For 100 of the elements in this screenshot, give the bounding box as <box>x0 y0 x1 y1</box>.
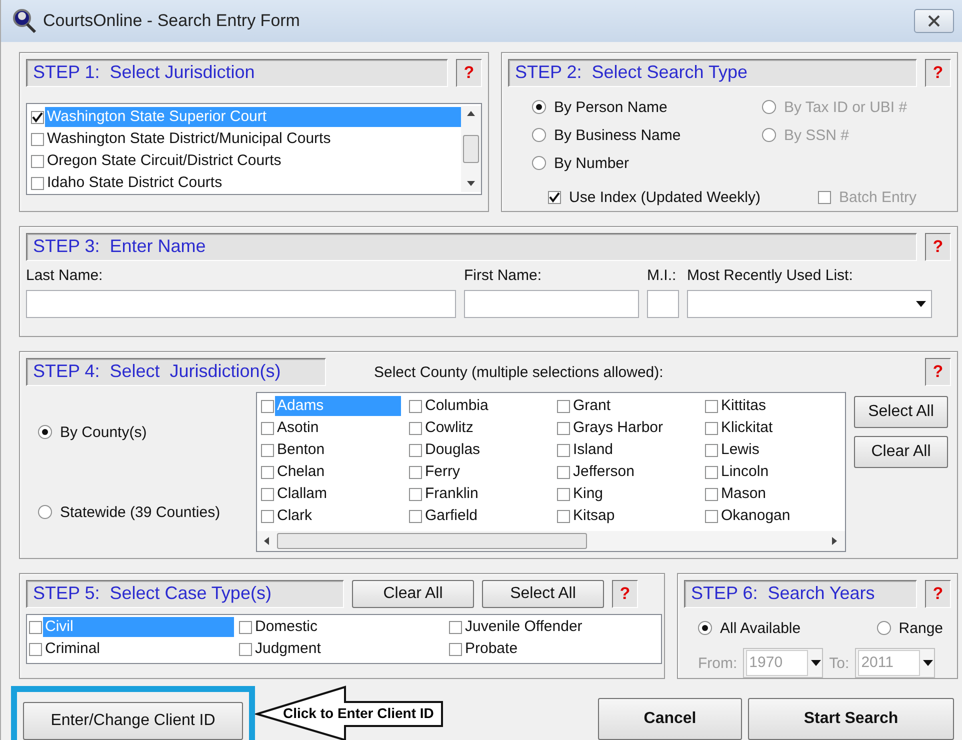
up-arrow-icon[interactable] <box>467 110 475 118</box>
list-item[interactable]: Clark <box>275 506 401 526</box>
help-button[interactable]: ? <box>456 59 482 87</box>
checkbox[interactable] <box>705 400 718 412</box>
checkbox[interactable] <box>31 110 44 124</box>
scrollbar[interactable] <box>461 106 481 192</box>
list-item[interactable]: Oregon State Circuit/District Courts <box>45 151 461 171</box>
list-item[interactable]: Chelan <box>275 462 401 482</box>
checkbox[interactable] <box>705 444 718 456</box>
checkbox[interactable] <box>31 176 44 190</box>
radio-button[interactable] <box>876 621 891 635</box>
left-arrow-icon[interactable] <box>263 537 271 545</box>
checkbox[interactable] <box>31 132 44 146</box>
list-item[interactable]: Garfield <box>423 506 549 526</box>
checkbox[interactable] <box>557 466 570 478</box>
checkbox[interactable] <box>239 620 252 634</box>
dropdown-arrow-icon[interactable] <box>915 300 927 308</box>
list-item[interactable]: Island <box>571 440 697 460</box>
checkbox[interactable] <box>409 422 422 434</box>
list-item[interactable]: Benton <box>275 440 401 460</box>
list-item[interactable]: Lewis <box>719 440 845 460</box>
scroll-thumb[interactable] <box>277 533 587 549</box>
list-item[interactable]: Douglas <box>423 440 549 460</box>
list-item[interactable]: Kittitas <box>719 396 845 416</box>
checkbox[interactable] <box>409 488 422 500</box>
radio-button[interactable] <box>38 505 52 519</box>
list-item[interactable]: Cowlitz <box>423 418 549 438</box>
list-item[interactable]: Klickitat <box>719 418 845 438</box>
checkbox[interactable] <box>29 620 42 634</box>
radio-button[interactable] <box>532 128 546 142</box>
right-arrow-icon[interactable] <box>831 537 839 545</box>
list-item[interactable]: Jefferson <box>571 462 697 482</box>
checkbox[interactable] <box>409 444 422 456</box>
checkbox[interactable] <box>239 642 252 656</box>
checkbox[interactable] <box>705 488 718 500</box>
list-item[interactable]: Ferry <box>423 462 549 482</box>
list-item[interactable]: Domestic <box>253 617 444 637</box>
dropdown-field[interactable] <box>687 290 932 318</box>
scrollbar[interactable] <box>257 531 845 551</box>
text-field[interactable] <box>647 290 679 318</box>
checkbox[interactable] <box>261 400 274 412</box>
help-button[interactable]: ? <box>925 580 951 608</box>
list-item[interactable]: Criminal <box>43 639 234 659</box>
radio-button[interactable] <box>698 621 712 635</box>
checkbox[interactable] <box>557 400 570 412</box>
dialog-button[interactable]: Start Search <box>748 698 954 740</box>
dialog-button[interactable]: Cancel <box>598 698 742 740</box>
list-item[interactable]: Columbia <box>423 396 549 416</box>
help-button[interactable]: ? <box>925 358 951 386</box>
list-button[interactable]: Select All <box>482 580 604 608</box>
checkbox[interactable] <box>548 190 561 204</box>
list-item[interactable]: Washington State District/Municipal Courts <box>45 129 461 149</box>
list-item[interactable]: Clallam <box>275 484 401 504</box>
list-item[interactable]: Kitsap <box>571 506 697 526</box>
radio-button[interactable] <box>38 425 52 439</box>
checkbox[interactable] <box>409 510 422 522</box>
list-item[interactable]: Juvenile Offender <box>463 617 654 637</box>
list-button[interactable]: Clear All <box>352 580 474 608</box>
checkbox[interactable] <box>31 154 44 168</box>
list-item[interactable]: Probate <box>463 639 654 659</box>
checkbox[interactable] <box>261 422 274 434</box>
scroll-thumb[interactable] <box>463 135 479 163</box>
checkbox[interactable] <box>261 444 274 456</box>
checkbox[interactable] <box>705 466 718 478</box>
list-item[interactable]: Mason <box>719 484 845 504</box>
client-id-button[interactable]: Enter/Change Client ID <box>23 702 243 740</box>
list-button[interactable]: Select All <box>854 396 948 428</box>
checkbox[interactable] <box>705 422 718 434</box>
list-item[interactable]: Okanogan <box>719 506 845 526</box>
list-button[interactable]: Clear All <box>854 436 948 468</box>
help-button[interactable]: ? <box>925 59 951 87</box>
checkbox[interactable] <box>261 488 274 500</box>
text-field[interactable] <box>26 290 456 318</box>
list-item[interactable]: Franklin <box>423 484 549 504</box>
down-arrow-icon[interactable] <box>467 180 475 188</box>
close-button[interactable] <box>914 9 954 33</box>
checkbox[interactable] <box>557 422 570 434</box>
checkbox[interactable] <box>557 488 570 500</box>
checkbox[interactable] <box>705 510 718 522</box>
list-item[interactable]: Grant <box>571 396 697 416</box>
list-item[interactable]: Grays Harbor <box>571 418 697 438</box>
checkbox[interactable] <box>409 466 422 478</box>
checkbox[interactable] <box>557 444 570 456</box>
list-item[interactable]: Asotin <box>275 418 401 438</box>
checkbox[interactable] <box>261 510 274 522</box>
list-item[interactable]: Lincoln <box>719 462 845 482</box>
help-button[interactable]: ? <box>925 233 951 261</box>
checkbox[interactable] <box>29 642 42 656</box>
radio-button[interactable] <box>532 156 546 170</box>
radio-button[interactable] <box>532 100 546 114</box>
checkbox[interactable] <box>557 510 570 522</box>
list-item[interactable]: Idaho State District Courts <box>45 173 461 193</box>
list-item[interactable]: King <box>571 484 697 504</box>
help-button[interactable]: ? <box>612 580 638 608</box>
list-item[interactable]: Judgment <box>253 639 444 659</box>
text-field[interactable] <box>464 290 639 318</box>
checkbox[interactable] <box>449 620 462 634</box>
checkbox[interactable] <box>261 466 274 478</box>
checkbox[interactable] <box>449 642 462 656</box>
checkbox[interactable] <box>409 400 422 412</box>
